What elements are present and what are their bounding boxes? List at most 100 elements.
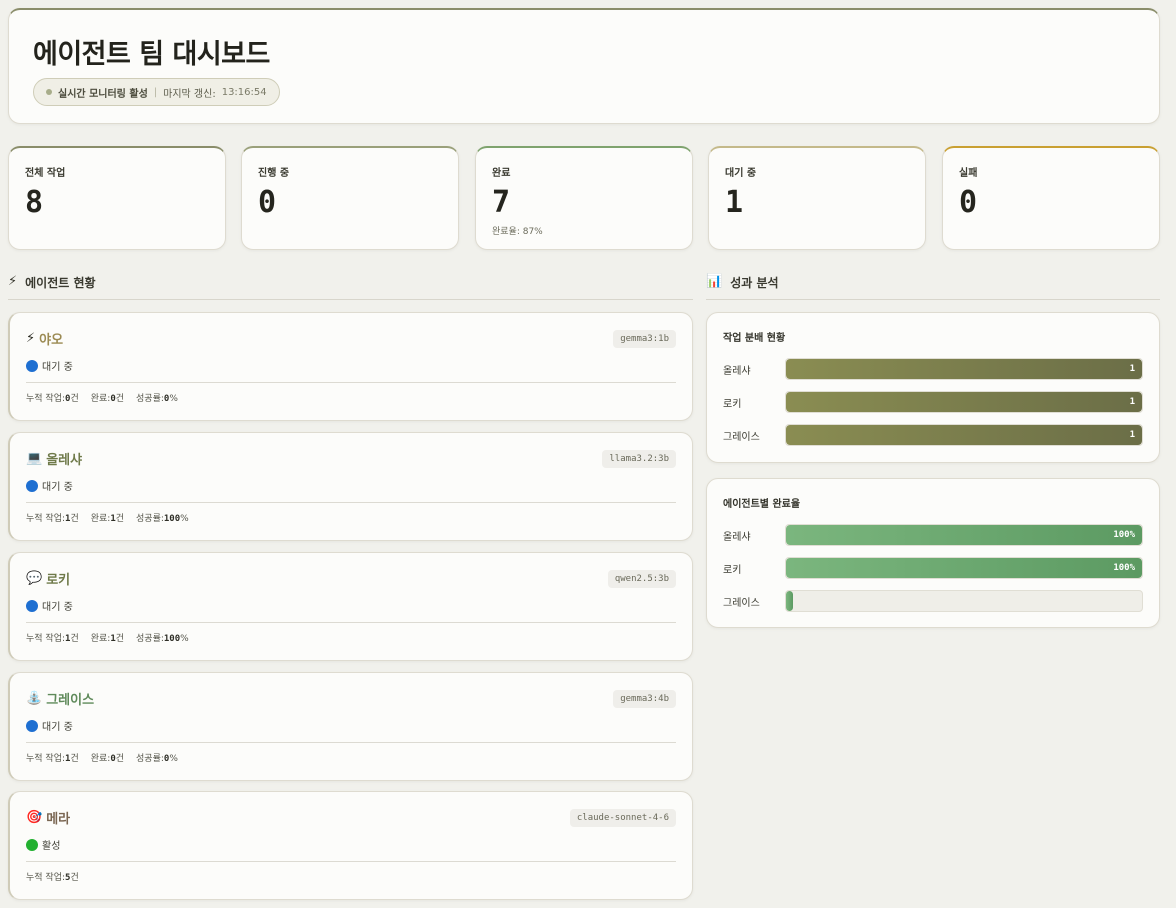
bar-track: 100% — [785, 557, 1143, 579]
agent-card-olesha[interactable]: 💻 올레샤 llama3.2:3b 대기 중 누적 작업:1건 완료:1건 성공… — [8, 432, 693, 541]
agent-card-yao[interactable]: ⚡ 야오 gemma3:1b 대기 중 누적 작업:0건 완료:0건 성공률:0… — [8, 312, 693, 421]
metric-done: 완료:0건 — [90, 754, 125, 764]
status-dot-icon — [26, 599, 38, 612]
lightning-icon: ⚡ — [8, 274, 18, 289]
bar-fill: 1 — [786, 359, 1142, 379]
bar-row: 올레샤 1 — [723, 358, 1143, 380]
agent-metrics: 누적 작업:1건 완료:1건 성공률:100% — [26, 511, 676, 524]
stat-label: 대기 중 — [725, 168, 757, 179]
divider — [26, 622, 676, 623]
status-label: 활성 — [42, 841, 61, 852]
divider — [26, 502, 676, 503]
stat-card-completed: 완료 7 완료율: 87% — [475, 146, 693, 250]
status-label: 대기 중 — [42, 722, 73, 733]
stat-value: 7 — [492, 185, 511, 220]
agent-name-label: 메라 — [46, 812, 71, 827]
bar-track: 1 — [785, 424, 1143, 446]
bar-label: 로키 — [723, 564, 742, 576]
model-badge: gemma3:4b — [613, 689, 676, 708]
metric-total: 누적 작업:0건 — [26, 394, 79, 404]
bar-label: 로키 — [723, 398, 742, 410]
agent-name-label: 올레샤 — [46, 453, 83, 468]
bar-row: 그레이스 — [723, 590, 1143, 612]
bar-row: 로키 1 — [723, 391, 1143, 413]
task-distribution-panel: 작업 분배 현황 올레샤 1 로키 1 그레이스 1 — [706, 312, 1160, 463]
bar-row: 올레샤 100% — [723, 524, 1143, 546]
completion-rate: 완료율: 87% — [492, 227, 543, 237]
bar-track: 1 — [785, 391, 1143, 413]
model-badge: qwen2.5:3b — [607, 569, 676, 588]
live-status-badge: 실시간 모니터링 활성 | 마지막 갱신: 13:16:54 — [33, 78, 280, 106]
status-label: 대기 중 — [42, 362, 73, 373]
speech-bubble-icon: 💬 — [26, 571, 43, 586]
lightning-icon: ⚡ — [26, 331, 36, 346]
bar-chart-icon: 📊 — [706, 274, 723, 289]
metric-total: 누적 작업:1건 — [26, 514, 79, 524]
agent-metrics: 누적 작업:1건 완료:1건 성공률:100% — [26, 631, 676, 644]
bar-fill: 100% — [786, 525, 1142, 545]
analysis-section-label: 성과 분석 — [730, 276, 779, 290]
agents-section-label: 에이전트 현황 — [25, 276, 96, 290]
stat-value: 8 — [25, 185, 44, 220]
bar-fill: 100% — [786, 558, 1142, 578]
page-title: 에이전트 팀 대시보드 — [33, 39, 270, 70]
agent-metrics: 누적 작업:1건 완료:0건 성공률:0% — [26, 751, 676, 764]
metric-success: 성공률:100% — [136, 634, 189, 644]
agent-status: 대기 중 — [26, 598, 676, 613]
agent-card-loki[interactable]: 💬 로키 qwen2.5:3b 대기 중 누적 작업:1건 완료:1건 성공률:… — [8, 552, 693, 661]
model-badge: gemma3:1b — [613, 329, 676, 348]
agent-name-label: 로키 — [46, 573, 71, 588]
stat-value: 0 — [959, 185, 978, 220]
status-dot-icon — [26, 838, 38, 851]
stat-label: 실패 — [959, 168, 978, 179]
agent-name: ⛲ 그레이스 — [26, 689, 94, 708]
metric-total: 누적 작업:5건 — [26, 873, 79, 883]
metric-success: 성공률:0% — [136, 394, 178, 404]
status-dot-icon — [26, 479, 38, 492]
bar-fill — [786, 591, 793, 611]
agent-name: ⚡ 야오 — [26, 329, 63, 348]
bar-track: 100% — [785, 524, 1143, 546]
separator: | — [153, 86, 158, 98]
stat-card-waiting: 대기 중 1 — [708, 146, 926, 250]
stat-label: 진행 중 — [258, 168, 290, 179]
analysis-section-title: 📊 성과 분석 — [706, 270, 1160, 300]
agent-status: 대기 중 — [26, 478, 676, 493]
metric-done: 완료:0건 — [90, 394, 125, 404]
agent-status: 대기 중 — [26, 358, 676, 373]
stat-value: 1 — [725, 185, 744, 220]
metric-success: 성공률:100% — [136, 514, 189, 524]
panel-title: 에이전트별 완료율 — [723, 499, 801, 510]
agent-card-mera[interactable]: 🎯 메라 claude-sonnet-4-6 활성 누적 작업:5건 — [8, 791, 693, 900]
agent-card-grace[interactable]: ⛲ 그레이스 gemma3:4b 대기 중 누적 작업:1건 완료:0건 성공률… — [8, 672, 693, 781]
dashboard-header: 에이전트 팀 대시보드 실시간 모니터링 활성 | 마지막 갱신: 13:16:… — [8, 8, 1160, 124]
agents-section-title: ⚡ 에이전트 현황 — [8, 270, 693, 300]
bar-fill: 1 — [786, 392, 1142, 412]
panel-title: 작업 분배 현황 — [723, 333, 786, 344]
stat-card-total: 전체 작업 8 — [8, 146, 226, 250]
agent-name: 🎯 메라 — [26, 808, 70, 827]
bar-row: 그레이스 1 — [723, 424, 1143, 446]
agent-metrics: 누적 작업:0건 완료:0건 성공률:0% — [26, 391, 676, 404]
divider — [26, 742, 676, 743]
completion-rate-panel: 에이전트별 완료율 올레샤 100% 로키 100% 그레이스 — [706, 478, 1160, 628]
agent-name: 💻 올레샤 — [26, 449, 82, 468]
divider — [26, 861, 676, 862]
target-icon: 🎯 — [26, 810, 43, 825]
live-label: 실시간 모니터링 활성 — [58, 88, 148, 100]
fountain-icon: ⛲ — [26, 691, 43, 706]
bar-label: 그레이스 — [723, 431, 760, 443]
status-dot-icon — [26, 719, 38, 732]
metric-total: 누적 작업:1건 — [26, 634, 79, 644]
divider — [26, 382, 676, 383]
bar-track: 1 — [785, 358, 1143, 380]
metric-success: 성공률:0% — [136, 754, 178, 764]
status-label: 대기 중 — [42, 482, 73, 493]
bar-fill: 1 — [786, 425, 1142, 445]
stat-label: 완료 — [492, 168, 511, 179]
metric-total: 누적 작업:1건 — [26, 754, 79, 764]
live-indicator-icon — [46, 89, 52, 95]
agent-name: 💬 로키 — [26, 569, 70, 588]
metric-done: 완료:1건 — [90, 634, 125, 644]
stat-value: 0 — [258, 185, 277, 220]
